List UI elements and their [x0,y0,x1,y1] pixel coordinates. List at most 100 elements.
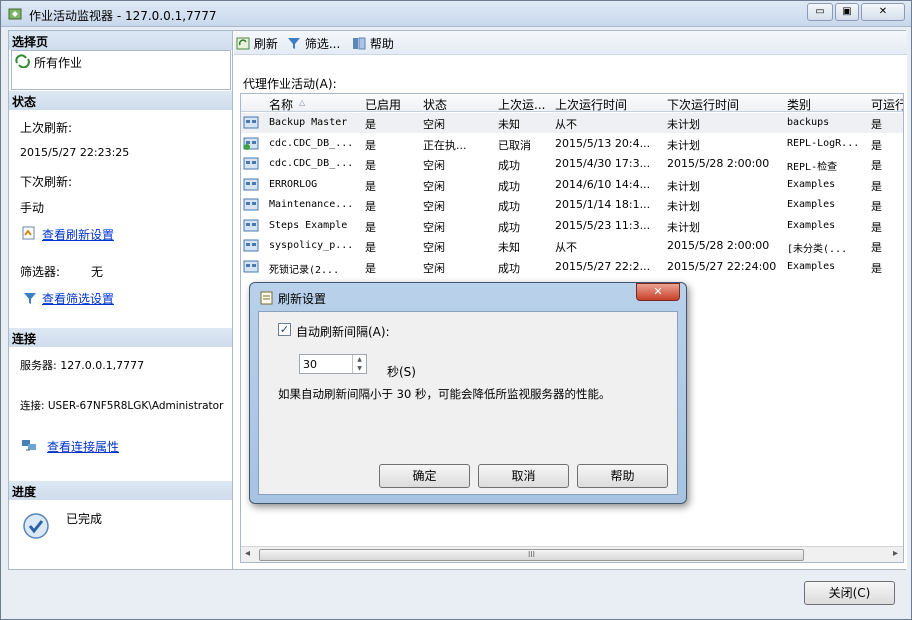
help-dialog-button[interactable]: 帮助 [577,464,668,488]
table-row[interactable]: syspolicy_p... 是 空闲 未知 从不 2015/5/28 2:00:00 [未… [241,236,903,256]
filter-label: 筛选器: [20,265,61,279]
spin-up-button[interactable]: ▲ [352,355,366,364]
table-cell: [未分类(... [787,244,848,255]
col-runnable[interactable]: 可运行 [871,96,903,113]
scroll-right-icon[interactable]: ▸ [893,548,898,559]
scroll-grip: III [527,550,536,559]
last-refresh-value: 2015/5/27 22:23:25 [20,146,130,159]
horizontal-scrollbar[interactable]: ◂ III ▸ [241,546,903,562]
table-cell: 是 [871,261,882,275]
table-cell: 2015/5/27 22:24:00 [667,259,777,273]
table-cell: 2015/4/30 17:3... [555,157,651,170]
spin-down-icon: ▼ [357,365,362,372]
toolbar: 刷新 筛选... 帮助 [234,31,907,55]
left-panel: 选择页 所有作业 状态 上次刷新: 2015/5/27 22:23:25 下次刷… [9,31,233,569]
job-icon [243,260,259,272]
close-button[interactable]: 关闭(C) [804,581,895,605]
table-cell: 2015/1/14 18:1... [555,198,651,211]
table-cell: 2015/5/28 2:00:00 [667,239,770,252]
table-cell: REPL-检查 [787,162,838,173]
dialog-title: 刷新设置 [278,292,327,306]
table-cell: Examples [787,219,836,231]
table-cell: Maintenance... [269,199,354,210]
col-name[interactable]: 名称 [269,96,293,113]
table-cell: 是 [365,220,376,234]
table-cell: 已取消 [498,138,531,152]
interval-input[interactable]: 30 [303,358,317,371]
spin-down-button[interactable]: ▼ [352,364,366,373]
seconds-label: 秒(S) [387,365,416,379]
connection-properties-icon [22,440,36,451]
col-last-outcome[interactable]: 上次运... [498,96,545,113]
table-cell: 未计划 [667,138,700,152]
table-cell: 2015/5/28 2:00:00 [667,157,770,170]
help-button[interactable]: 帮助 [352,35,394,52]
agent-job-activity-label: 代理作业活动(A): [243,77,337,91]
table-row[interactable]: cdc.CDC_DB_... 是 正在执... 已取消 2015/5/13 20:4..… [241,134,903,154]
job-icon [243,157,259,170]
table-row[interactable]: Backup Master 是 空闲 未知 从不 未计划 backups 是 [241,113,903,133]
next-refresh-label: 下次刷新: [20,175,73,189]
view-filter-settings-link[interactable]: 查看筛选设置 [42,290,114,307]
table-cell: 未知 [498,118,520,131]
col-last-run[interactable]: 上次运行时间 [555,96,627,113]
table-cell: Steps Example [269,219,348,231]
filter-button[interactable]: 筛选... [287,35,340,52]
last-refresh-label: 上次刷新: [20,121,73,135]
ok-button[interactable]: 确定 [379,464,470,488]
table-cell: 是 [871,118,882,131]
job-icon [243,239,259,252]
table-cell: 空闲 [423,179,445,193]
dialog-close-button[interactable]: ✕ [636,283,680,301]
refresh-settings-dialog-icon [260,291,273,305]
title-bar[interactable]: 作业活动监视器 - 127.0.0.1,7777 ▭ ▣ ✕ [1,1,911,27]
refresh-label: 刷新 [253,37,278,51]
cancel-button[interactable]: 取消 [478,464,569,488]
refresh-icon [236,37,250,50]
server-info: 服务器: 127.0.0.1,7777 [20,359,145,372]
filter-icon [24,293,36,304]
col-next-run[interactable]: 下次运行时间 [667,96,739,113]
table-cell: 是 [871,159,882,172]
table-cell: 成功 [498,159,520,172]
connection-header: 连接 [9,328,232,347]
table-cell: 是 [365,159,376,172]
table-row[interactable]: 死锁记录(2... 是 空闲 成功 2015/5/27 22:2... 2015/5/27… [241,257,903,277]
table-cell: 未知 [498,241,520,254]
auto-refresh-checkbox[interactable]: ✓ [278,323,291,336]
table-cell: Examples [787,260,836,272]
table-cell: 是 [365,138,376,152]
table-cell: 是 [871,179,882,193]
table-cell: 空闲 [423,241,445,254]
table-row[interactable]: ERRORLOG 是 空闲 成功 2014/6/10 14:4... 未计划 Example… [241,175,903,195]
auto-refresh-label: 自动刷新间隔(A): [296,325,390,339]
all-jobs-item[interactable]: 所有作业 [34,54,82,71]
checkmark-icon: ✓ [279,323,290,336]
view-refresh-settings-link[interactable]: 查看刷新设置 [42,226,114,243]
refresh-button[interactable]: 刷新 [236,35,278,52]
col-status[interactable]: 状态 [423,96,447,113]
col-enabled[interactable]: 已启用 [365,96,401,113]
maximize-button[interactable]: ▣ [835,3,859,21]
progress-header: 进度 [9,481,232,500]
next-refresh-value: 手动 [20,201,45,215]
filter-toolbar-icon [288,38,300,49]
footer-bar: 关闭(C) [8,571,906,617]
table-cell: 未计划 [667,220,700,234]
table-cell: 空闲 [423,159,445,172]
minimize-button[interactable]: ▭ [807,3,833,21]
interval-stepper[interactable]: 30 ▲ ▼ [299,354,367,374]
table-cell: 是 [871,241,882,254]
table-cell: 是 [365,200,376,213]
job-icon [243,219,259,231]
job-icon [243,116,259,129]
view-connection-properties-link[interactable]: 查看连接属性 [47,438,119,455]
scroll-left-icon[interactable]: ◂ [245,548,250,559]
table-cell: backups [787,117,830,128]
col-category[interactable]: 类别 [787,96,811,113]
table-row[interactable]: Steps Example 是 空闲 成功 2015/5/23 11:3... 未计划 Ex… [241,216,903,236]
scroll-thumb[interactable]: III [259,549,804,561]
table-row[interactable]: Maintenance... 是 空闲 成功 2015/1/14 18:1... 未计划 E… [241,195,903,215]
table-row[interactable]: cdc.CDC_DB_... 是 空闲 成功 2015/4/30 17:3... 2015… [241,154,903,174]
close-window-button[interactable]: ✕ [861,3,905,21]
